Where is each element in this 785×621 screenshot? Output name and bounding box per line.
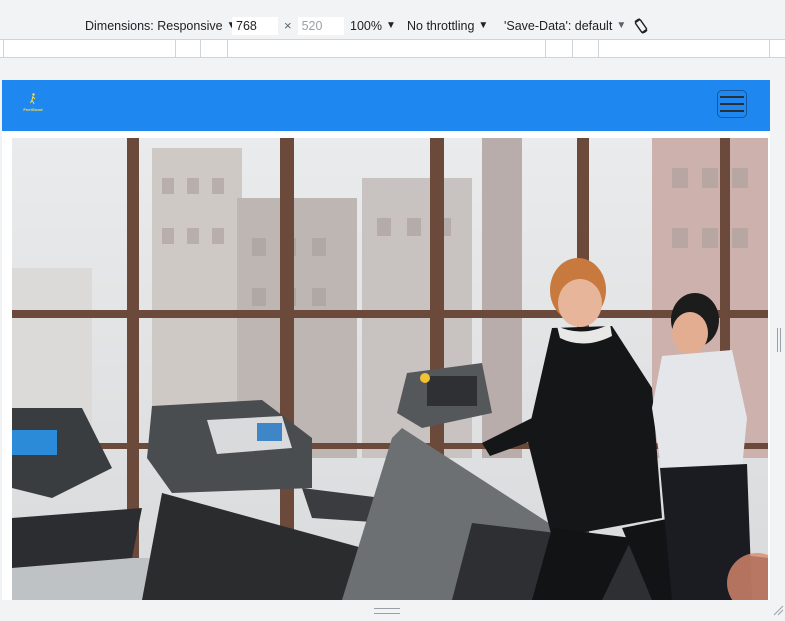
device-toolbar: Dimensions: Responsive ▼ × 100% ▼ No thr… — [0, 12, 785, 40]
rotate-button[interactable] — [632, 17, 650, 35]
menu-toggle-button[interactable] — [717, 90, 747, 118]
hero-photo — [12, 138, 768, 600]
devtools-top-strip — [0, 0, 785, 12]
site-navbar: FeelGood — [2, 80, 770, 131]
save-data-dropdown[interactable]: 'Save-Data': default ▼ — [504, 19, 626, 33]
ruler-tick — [175, 40, 176, 58]
height-input[interactable] — [297, 16, 344, 35]
resize-handle-bottom[interactable] — [374, 608, 400, 614]
emulated-viewport: FeelGood — [2, 80, 770, 600]
width-input[interactable] — [232, 16, 278, 35]
resize-corner-icon[interactable] — [772, 604, 784, 616]
hamburger-icon — [720, 96, 744, 98]
throttling-label: No throttling — [407, 18, 475, 33]
resize-handle-right[interactable] — [777, 328, 781, 352]
chevron-down-icon: ▼ — [385, 20, 396, 31]
media-query-ruler — [0, 40, 785, 58]
throttling-dropdown[interactable]: No throttling ▼ — [407, 19, 488, 33]
ruler-tick — [598, 40, 599, 58]
chevron-down-icon: ▼ — [616, 20, 627, 31]
ruler-tick — [227, 40, 228, 58]
chevron-down-icon: ▼ — [478, 20, 489, 31]
logo-text: FeelGood — [23, 107, 43, 112]
rotate-icon — [634, 18, 648, 34]
zoom-dropdown[interactable]: 100% ▼ — [350, 19, 396, 33]
hamburger-icon — [720, 103, 744, 105]
hero-image — [12, 138, 768, 600]
device-gutter — [0, 58, 785, 80]
ruler-tick — [769, 40, 770, 58]
dimensions-label: Dimensions: Responsive — [85, 18, 223, 33]
dimension-inputs: × — [232, 16, 344, 35]
runner-icon — [30, 93, 36, 105]
ruler-tick — [3, 40, 4, 58]
ruler-tick — [200, 40, 201, 58]
save-data-label: 'Save-Data': default — [504, 18, 613, 33]
times-symbol: × — [284, 18, 292, 33]
site-logo[interactable]: FeelGood — [20, 93, 46, 115]
dimensions-dropdown[interactable]: Dimensions: Responsive ▼ — [85, 19, 236, 33]
ruler-tick — [572, 40, 573, 58]
ruler-tick — [545, 40, 546, 58]
hamburger-icon — [720, 110, 744, 112]
zoom-label: 100% — [350, 18, 382, 33]
